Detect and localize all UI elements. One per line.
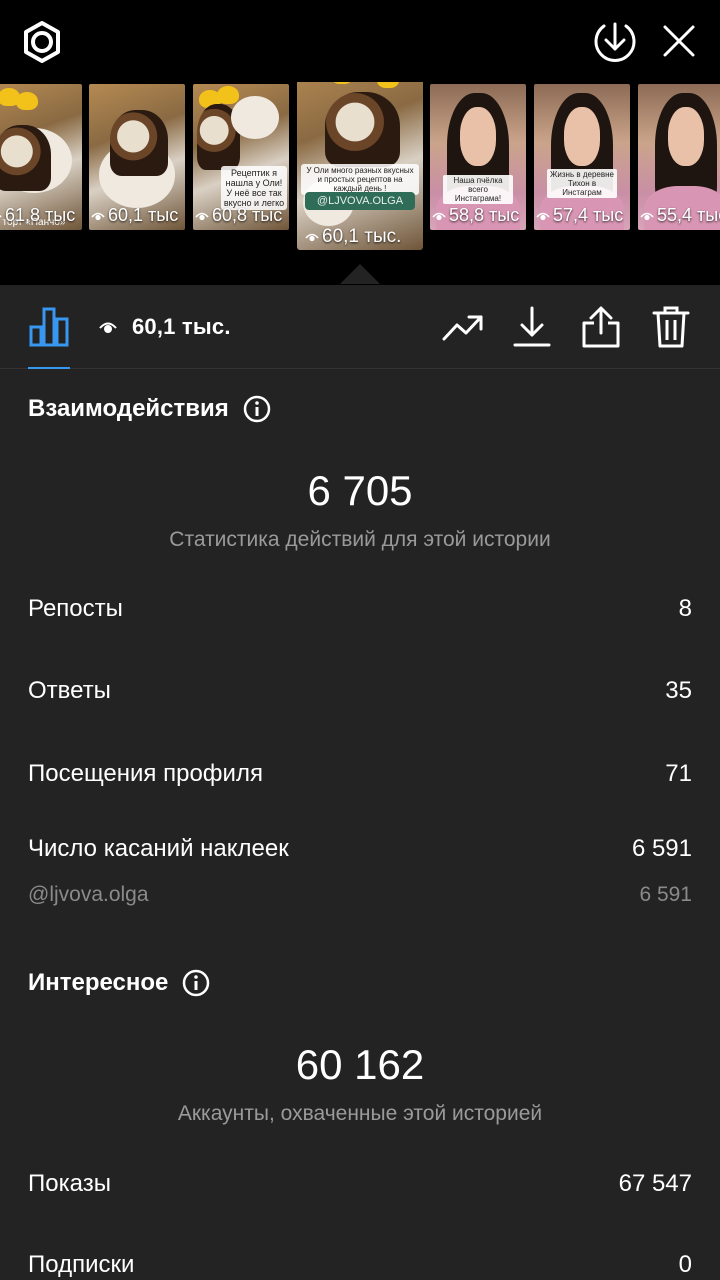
eye-icon <box>305 233 319 242</box>
story-thumbnail[interactable]: 60,1 тыс <box>89 84 185 230</box>
top-bar <box>0 0 720 82</box>
selected-story-caret <box>340 264 380 284</box>
story-thumbnail[interactable]: Жизнь в деревне Тихон в Инстаграм 57,4 т… <box>534 84 630 230</box>
stat-label: Посещения профиля <box>28 760 263 787</box>
story-views: 58,8 тыс <box>432 205 519 226</box>
eye-icon <box>536 212 550 220</box>
story-caption: Жизнь в деревне Тихон в Инстаграм <box>547 168 617 198</box>
stat-value: 6 591 <box>639 883 692 906</box>
stat-value: 71 <box>665 760 692 787</box>
info-icon[interactable] <box>243 395 271 423</box>
close-icon[interactable] <box>656 18 702 64</box>
insights-toolbar: 60,1 тыс. <box>0 285 720 369</box>
share-icon[interactable] <box>578 303 624 351</box>
story-views: 57,4 тыс <box>536 205 623 226</box>
stat-value: 6 591 <box>631 835 692 862</box>
bar-chart-icon[interactable] <box>26 303 72 349</box>
stat-row-sticker-taps: Число касаний наклеек 6 591 <box>28 835 692 863</box>
info-icon[interactable] <box>182 969 210 997</box>
eye-icon <box>195 212 209 220</box>
eye-icon <box>0 214 2 218</box>
interactions-total: 6 705 <box>307 467 413 514</box>
stat-row-profile-visits: Посещения профиля 71 <box>28 760 692 788</box>
active-tab-indicator <box>28 367 70 369</box>
story-views: 60,1 тыс <box>91 205 178 226</box>
stat-label: @ljvova.olga <box>28 883 149 906</box>
stat-label: Показы <box>28 1170 111 1197</box>
stat-label: Репосты <box>28 595 123 622</box>
eye-icon <box>432 212 446 220</box>
story-thumbnail[interactable]: 55,4 тыс <box>638 84 720 230</box>
stories-thumbnail-strip[interactable]: торт «Панчо» 61,8 тыс 60,1 тыс Рецептик … <box>0 82 720 285</box>
eye-icon <box>99 322 117 333</box>
views-count: 60,1 тыс. <box>132 314 231 339</box>
stat-row-impressions: Показы 67 547 <box>28 1170 692 1198</box>
story-thumbnail[interactable]: торт «Панчо» 61,8 тыс <box>0 84 82 230</box>
story-caption: Рецептик я нашла у Оли! У неё все так вк… <box>221 165 287 210</box>
stat-value: 8 <box>678 595 692 622</box>
story-caption: Наша пчёлка всего Инстаграма! <box>443 174 513 204</box>
story-caption: У Оли много разных вкусных и простых рец… <box>301 163 419 195</box>
eye-icon <box>640 212 654 220</box>
stat-value: 35 <box>665 677 692 704</box>
discovery-subtitle: Аккаунты, охваченные этой историей <box>177 1102 543 1125</box>
interactions-section-title: Взаимодействия <box>28 395 271 423</box>
stat-row-replies: Ответы 35 <box>28 677 692 705</box>
stat-value: 67 547 <box>618 1170 692 1197</box>
download-icon[interactable] <box>510 303 554 351</box>
trash-icon[interactable] <box>648 303 694 351</box>
stat-value: 0 <box>678 1251 692 1278</box>
section-title: Интересное <box>28 969 169 996</box>
stat-label: Ответы <box>28 677 111 704</box>
trending-up-icon[interactable] <box>440 305 486 351</box>
story-thumbnail[interactable]: Рецептик я нашла у Оли! У неё все так вк… <box>193 84 289 230</box>
eye-icon <box>91 212 105 220</box>
interactions-subtitle: Статистика действий для этой истории <box>169 528 551 551</box>
discovery-section-title: Интересное <box>28 969 210 997</box>
discovery-total: 60 162 <box>295 1041 425 1088</box>
stat-label: Число касаний наклеек <box>28 835 289 862</box>
story-views: 61,8 тыс <box>0 205 75 226</box>
insights-panel: 60,1 тыс. Взаимодействия 6 705 Статистик… <box>0 285 720 1280</box>
stat-label: Подписки <box>28 1251 135 1278</box>
story-views: 60,1 тыс. <box>305 226 401 248</box>
views-summary: 60,1 тыс. <box>98 311 231 343</box>
stat-row-follows: Подписки 0 <box>28 1251 692 1279</box>
story-views: 55,4 тыс <box>640 205 720 226</box>
stat-row-sticker-mention: @ljvova.olga 6 591 <box>28 883 692 907</box>
settings-gear-icon[interactable] <box>18 18 66 66</box>
section-title: Взаимодействия <box>28 395 229 422</box>
download-circle-icon[interactable] <box>590 16 640 66</box>
story-views: 60,8 тыс <box>195 205 282 226</box>
story-thumbnail[interactable]: Наша пчёлка всего Инстаграма! 58,8 тыс <box>430 84 526 230</box>
story-thumbnail-selected[interactable]: У Оли много разных вкусных и простых рец… <box>297 82 423 250</box>
stat-row-reposts: Репосты 8 <box>28 595 692 623</box>
story-mention-sticker: @LJVOVA.OLGA <box>305 191 415 210</box>
